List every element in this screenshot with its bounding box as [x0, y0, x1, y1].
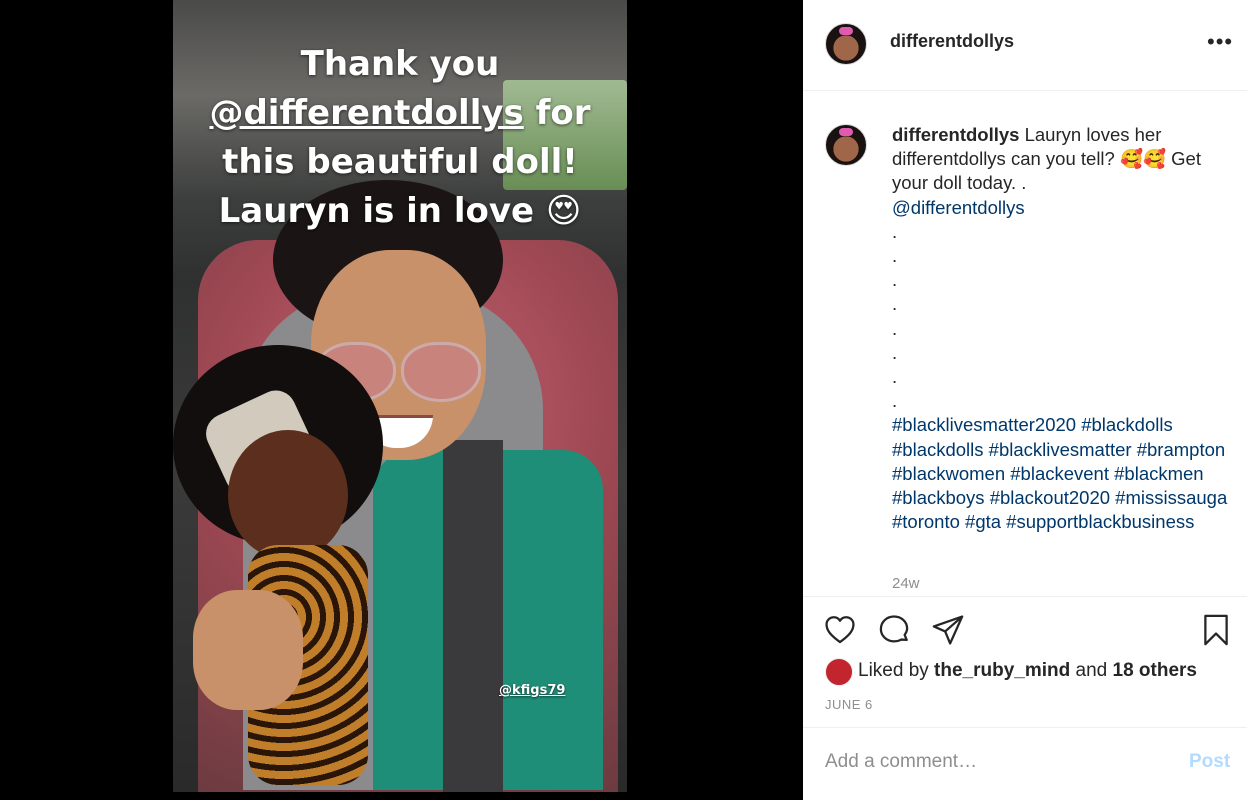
- story-overlay-text: Thank you @differentdollys for this beau…: [209, 44, 591, 231]
- caption-hashtags[interactable]: #blacklivesmatter2020 #blackdolls #black…: [892, 414, 1227, 532]
- post-time[interactable]: 24w: [892, 575, 920, 592]
- caption-mention[interactable]: @differentdollys: [892, 197, 1025, 218]
- media-panel: Thank you @differentdollys for this beau…: [0, 0, 803, 800]
- liked-by-avatar[interactable]: [825, 658, 853, 686]
- photo-credit: @kfigs79: [499, 683, 566, 698]
- bookmark-icon[interactable]: [1199, 613, 1233, 647]
- post-header: differentdollys •••: [803, 0, 1247, 91]
- post-date[interactable]: JUNE 6: [825, 697, 873, 712]
- comment-input[interactable]: [825, 751, 1165, 773]
- share-icon[interactable]: [931, 613, 965, 647]
- liked-by-text: Liked by the_ruby_mind and 18 others: [858, 660, 1197, 681]
- caption: differentdollys Lauryn loves her differe…: [892, 124, 1228, 533]
- doll-face: [228, 430, 348, 560]
- caption-avatar[interactable]: [825, 124, 867, 166]
- story-mention: @differentdollys: [209, 93, 524, 133]
- post-button[interactable]: Post: [1189, 751, 1230, 773]
- comment-icon[interactable]: [877, 613, 911, 647]
- more-icon[interactable]: •••: [1207, 31, 1233, 53]
- caption-username[interactable]: differentdollys: [892, 124, 1019, 145]
- liked-by-user[interactable]: the_ruby_mind: [934, 660, 1070, 681]
- heart-icon[interactable]: [823, 613, 857, 647]
- caption-area: differentdollys Lauryn loves her differe…: [803, 91, 1247, 596]
- post-sidebar: differentdollys ••• differentdollys Laur…: [803, 0, 1247, 800]
- post-photo[interactable]: Thank you @differentdollys for this beau…: [173, 0, 627, 792]
- header-username[interactable]: differentdollys: [890, 31, 1014, 52]
- action-bar: Liked by the_ruby_mind and 18 others JUN…: [803, 596, 1247, 728]
- liked-by-others[interactable]: 18 others: [1113, 660, 1197, 681]
- avatar[interactable]: [825, 23, 867, 65]
- comment-box: Post: [803, 727, 1247, 800]
